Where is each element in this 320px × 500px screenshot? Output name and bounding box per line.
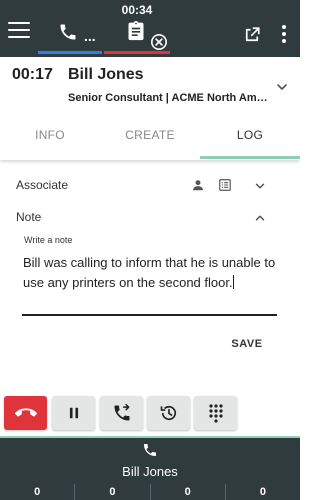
associate-section[interactable]: Associate bbox=[0, 172, 300, 200]
transfer-button[interactable] bbox=[100, 396, 143, 430]
transfer-call-icon bbox=[114, 403, 129, 421]
pause-icon bbox=[69, 407, 78, 419]
history-button[interactable] bbox=[147, 396, 190, 430]
note-text-value: Bill was calling to inform that he is un… bbox=[23, 255, 276, 290]
popout-icon[interactable] bbox=[243, 26, 261, 44]
hangup-button[interactable] bbox=[4, 396, 47, 430]
call-tab-underline bbox=[38, 51, 102, 54]
contact-tabs: INFO CREATE LOG bbox=[0, 117, 300, 160]
person-icon[interactable] bbox=[191, 178, 205, 192]
tab-log-label: LOG bbox=[236, 128, 264, 142]
menu-icon[interactable] bbox=[8, 22, 30, 40]
clipboard-icon bbox=[128, 21, 144, 41]
close-circle-icon[interactable] bbox=[150, 33, 168, 51]
contact-subtitle: Senior Consultant | ACME North America bbox=[68, 92, 268, 104]
phone-icon bbox=[144, 444, 156, 456]
note-text-area[interactable]: Bill was calling to inform that he is un… bbox=[23, 253, 277, 293]
tab-create-label: CREATE bbox=[125, 128, 175, 142]
queue-counters: 0 0 0 0 bbox=[0, 484, 300, 500]
active-call-footer[interactable]: Bill Jones 0 0 0 0 bbox=[0, 436, 300, 500]
tab-info-label: INFO bbox=[35, 128, 65, 142]
footer-contact-name: Bill Jones bbox=[122, 464, 178, 479]
associate-label: Associate bbox=[16, 178, 69, 192]
contact-call-duration: 00:17 bbox=[12, 66, 53, 83]
chevron-up-icon[interactable] bbox=[253, 211, 267, 225]
tab-create[interactable]: CREATE bbox=[100, 117, 200, 160]
tab-log[interactable]: LOG bbox=[200, 117, 300, 160]
note-textarea[interactable]: Write a note Bill was calling to inform … bbox=[22, 233, 277, 316]
call-controls bbox=[4, 396, 239, 430]
task-tab-underline bbox=[104, 51, 170, 54]
chevron-down-icon[interactable] bbox=[274, 79, 290, 95]
tab-active-indicator bbox=[200, 156, 300, 159]
session-tab-call[interactable]: ... bbox=[38, 0, 102, 57]
session-tab-task[interactable]: 00:34 bbox=[104, 0, 170, 57]
kebab-icon[interactable] bbox=[278, 25, 290, 45]
text-caret bbox=[232, 275, 234, 289]
counter: 0 bbox=[75, 484, 151, 500]
top-bar: ... 00:34 bbox=[0, 0, 300, 57]
tab-info[interactable]: INFO bbox=[0, 117, 100, 160]
session-timer: 00:34 bbox=[121, 3, 153, 17]
hold-button[interactable] bbox=[52, 396, 95, 430]
counter: 0 bbox=[259, 486, 266, 498]
contact-card: 00:17 Bill Jones Senior Consultant | ACM… bbox=[0, 57, 300, 160]
note-label: Note bbox=[16, 210, 42, 224]
agent-panel: ... 00:34 00:17 Bill Jones Senior Consul… bbox=[0, 0, 300, 500]
hangup-icon bbox=[14, 408, 37, 417]
save-button[interactable]: SAVE bbox=[224, 334, 270, 354]
history-icon bbox=[160, 405, 176, 421]
dialpad-button[interactable] bbox=[194, 396, 237, 430]
chevron-down-icon[interactable] bbox=[253, 179, 267, 193]
counter: 0 bbox=[0, 484, 76, 500]
phone-icon bbox=[60, 24, 76, 40]
record-card-icon[interactable] bbox=[218, 178, 232, 192]
dialpad-icon bbox=[208, 404, 223, 423]
contact-name: Bill Jones bbox=[68, 66, 144, 83]
note-field-label: Write a note bbox=[24, 235, 73, 245]
call-tab-more: ... bbox=[84, 28, 96, 44]
note-section[interactable]: Note bbox=[0, 204, 300, 232]
counter: 0 bbox=[151, 484, 226, 500]
